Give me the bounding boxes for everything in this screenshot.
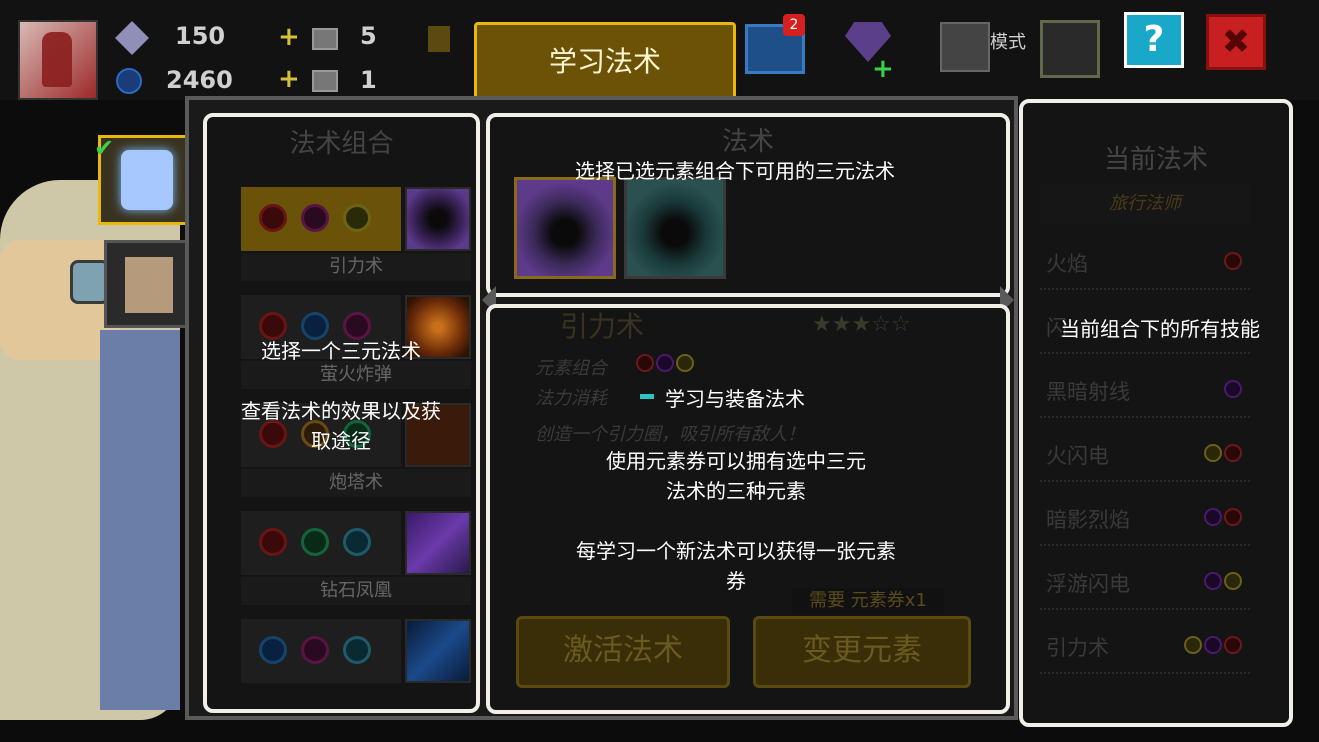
chest-badge: 2	[783, 14, 805, 36]
tip-learn-equip: 学习与装备法术	[665, 387, 805, 411]
tip-current-skills: 当前组合下的所有技能	[1060, 317, 1260, 341]
gem-count: 150	[175, 22, 226, 50]
spell-elements	[241, 187, 401, 251]
gravity-spell-tile[interactable]	[514, 177, 616, 279]
ice-element-icon	[343, 528, 371, 556]
skill-name: 火焰	[1046, 252, 1088, 276]
player-avatar[interactable]	[18, 20, 98, 100]
add-gem-ticket-icon[interactable]: +	[278, 22, 300, 52]
side-tab-scroll[interactable]	[104, 240, 190, 328]
key-icon	[428, 26, 450, 52]
menu-icon[interactable]	[1040, 20, 1100, 78]
thunder-element-icon	[1184, 636, 1202, 654]
spell-name: 钻石凤凰	[241, 577, 471, 605]
spell-card[interactable]: 引力术	[241, 187, 471, 283]
tip-choose-spell: 选择一个三元法术	[261, 339, 421, 363]
fire-element-icon	[1224, 252, 1242, 270]
help-button[interactable]: ?	[1124, 12, 1184, 68]
skill-name: 火闪电	[1046, 444, 1109, 468]
class-name: 旅行法师	[1040, 185, 1250, 223]
ticket-icon	[312, 28, 338, 50]
fire-element-icon	[259, 204, 287, 232]
dark-element-icon	[1204, 636, 1222, 654]
tip-earn-ticket: 每学习一个新法术可以获得一张元素券	[576, 539, 896, 593]
earth-element-icon	[301, 528, 329, 556]
spell-name: 引力术	[241, 253, 471, 281]
change-element-button[interactable]: 变更元素	[753, 616, 971, 688]
spell-elements	[241, 511, 401, 575]
thunder-element-icon	[1204, 444, 1222, 462]
skill-row[interactable]: 浮游闪电	[1040, 558, 1250, 610]
gem-ticket-count: 5	[360, 22, 377, 50]
fire-element-icon	[1224, 508, 1242, 526]
dark-element-icon	[1224, 380, 1242, 398]
skill-row[interactable]: 暗影烈焰	[1040, 494, 1250, 546]
teal-spell-tile[interactable]	[624, 177, 726, 279]
spell-rating: ★★★☆☆	[812, 312, 911, 337]
spell-combo-title: 法术组合	[289, 129, 394, 159]
ticket-icon	[312, 70, 338, 92]
coin-count: 2460	[166, 66, 233, 94]
scroll-icon	[125, 257, 173, 313]
skill-row[interactable]: 引力术	[1040, 622, 1250, 674]
spell-name: 炮塔术	[241, 469, 471, 497]
fire-element-icon	[1224, 636, 1242, 654]
close-button[interactable]: ✖	[1206, 14, 1266, 70]
coin-icon	[116, 68, 142, 94]
activate-spell-button[interactable]: 激活法术	[516, 616, 730, 688]
ice-spell-icon	[405, 619, 471, 683]
element-combo-icons	[636, 354, 694, 372]
skill-row[interactable]: 火焰	[1040, 238, 1250, 290]
tip-select-spell: 选择已选元素组合下可用的三元法术	[575, 159, 895, 183]
skill-name: 暗影烈焰	[1046, 508, 1130, 532]
thunder-element-icon	[1224, 572, 1242, 590]
spell-select-panel: 法术	[486, 113, 1010, 297]
tab-learn-spells[interactable]: 学习法术	[474, 22, 736, 100]
spell-elements	[241, 619, 401, 683]
spell-card[interactable]	[241, 619, 471, 685]
skill-name: 黑暗射线	[1046, 380, 1130, 404]
dark-element-icon	[1204, 508, 1222, 526]
spell-detail-title: 引力术	[560, 310, 645, 343]
gravity-spell-icon	[405, 187, 471, 251]
thunder-element-icon	[676, 354, 694, 372]
coin-ticket-count: 1	[360, 66, 377, 94]
skill-row[interactable]: 火闪电	[1040, 430, 1250, 482]
magic-orb-icon	[121, 150, 173, 210]
diamond-plus-icon[interactable]: +	[872, 54, 894, 84]
add-coin-ticket-icon[interactable]: +	[278, 64, 300, 94]
mode-icon[interactable]	[940, 22, 990, 72]
spell-description: 创造一个引力圈，吸引所有敌人！	[535, 424, 805, 445]
wizard-robe	[100, 330, 180, 710]
dark-element-icon	[656, 354, 674, 372]
fire-element-icon	[259, 528, 287, 556]
skill-name: 引力术	[1046, 636, 1109, 660]
diamond-phoenix-icon	[405, 511, 471, 575]
tip-view-effect: 查看法术的效果以及获取途径	[241, 399, 441, 453]
current-spells-title: 当前法术	[1103, 145, 1208, 175]
dark-element-icon	[301, 636, 329, 664]
fire-element-icon	[1224, 444, 1242, 462]
dark-element-icon	[1204, 572, 1222, 590]
ice-element-icon	[343, 636, 371, 664]
spell-card[interactable]: 钻石凤凰	[241, 511, 471, 607]
tip-use-ticket: 使用元素券可以拥有选中三元法术的三种元素	[606, 449, 866, 503]
thunder-element-icon	[343, 204, 371, 232]
skill-row[interactable]: 黑暗射线	[1040, 366, 1250, 418]
mode-label: 模式	[990, 32, 1026, 53]
water-element-icon	[259, 636, 287, 664]
spell-panel-title: 法术	[721, 127, 774, 157]
fire-element-icon	[636, 354, 654, 372]
element-combo-label: 元素组合	[535, 358, 607, 379]
mana-cost-label: 法力消耗	[535, 388, 607, 409]
dark-element-icon	[301, 204, 329, 232]
skill-name: 浮游闪电	[1046, 572, 1130, 596]
checkmark-icon: ✔	[94, 134, 115, 162]
